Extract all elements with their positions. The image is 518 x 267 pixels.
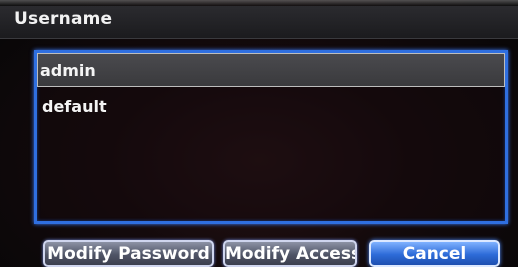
cancel-button[interactable]: Cancel bbox=[369, 240, 500, 267]
list-item-label: admin bbox=[40, 61, 96, 80]
title-bar: Username bbox=[0, 6, 518, 39]
user-management-screen: Username admin default Modify Password M… bbox=[0, 0, 518, 267]
list-item-label: default bbox=[42, 97, 107, 116]
list-item-admin[interactable]: admin bbox=[37, 53, 505, 87]
user-list[interactable]: admin default bbox=[34, 50, 508, 224]
modify-access-button[interactable]: Modify Access bbox=[223, 240, 357, 267]
username-header: Username bbox=[14, 9, 113, 29]
modify-password-button[interactable]: Modify Password bbox=[43, 240, 214, 267]
list-item-default[interactable]: default bbox=[40, 93, 508, 127]
